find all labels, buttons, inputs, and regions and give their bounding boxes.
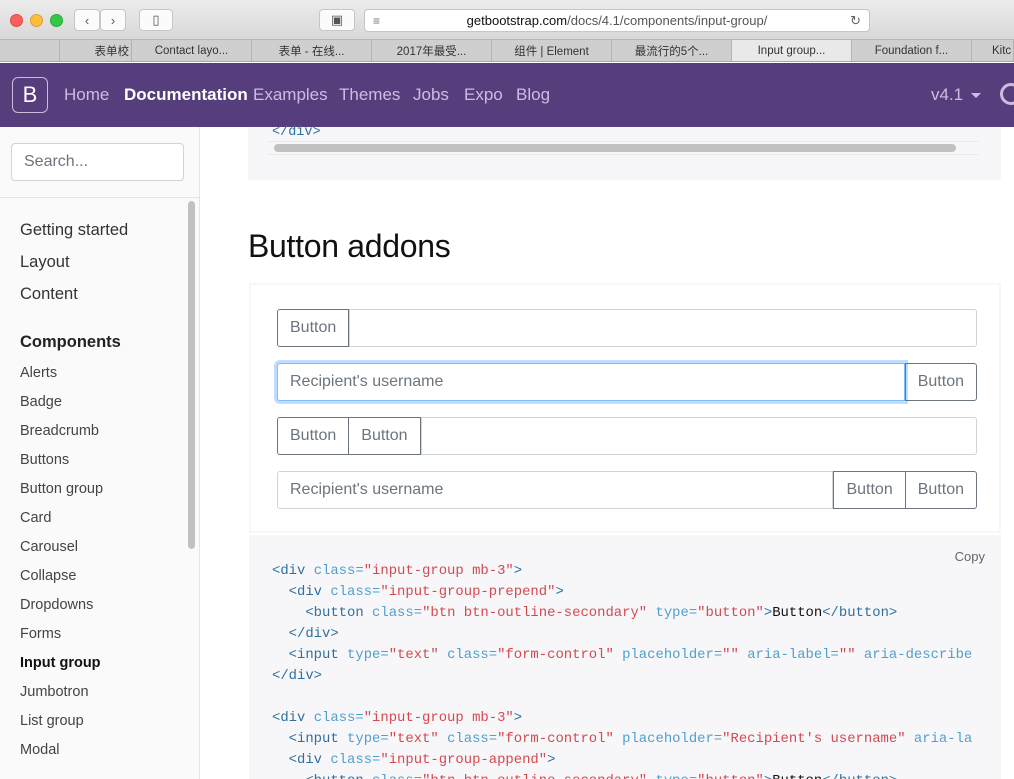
close-window-button[interactable] [10, 14, 23, 27]
sidebar-item-breadcrumb[interactable]: Breadcrumb [20, 423, 99, 439]
sidebar-item-forms[interactable]: Forms [20, 626, 61, 642]
tab-label: Kitc [992, 45, 1012, 57]
nav-documentation[interactable]: Documentation [124, 85, 248, 105]
input-group-append-two: Recipient's username Button Button [277, 471, 977, 509]
sidebar-item-alerts[interactable]: Alerts [20, 365, 57, 381]
sidebar-item-modal[interactable]: Modal [20, 742, 60, 758]
caret-down-icon [971, 93, 982, 99]
version-dropdown[interactable]: v4.1 [931, 85, 982, 105]
nav-themes[interactable]: Themes [339, 85, 400, 105]
tab-bar: 表单校 Contact layo... 表单 - 在线... 2017年最受..… [0, 40, 1014, 62]
tab-7-active[interactable]: Input group... [732, 40, 852, 61]
sidebar-item-button-group[interactable]: Button group [20, 481, 103, 497]
nav-examples[interactable]: Examples [253, 85, 328, 105]
section-layout[interactable]: Layout [20, 253, 70, 272]
browser-titlebar: ‹ › ▯ ▣ ≡ getbootstrap.com/docs/4.1/comp… [0, 0, 1014, 40]
tab-label: 表单校 [94, 46, 130, 58]
text-input[interactable] [420, 417, 977, 455]
sidebar-item-collapse[interactable]: Collapse [20, 568, 76, 584]
tab-4[interactable]: 2017年最受... [372, 40, 492, 61]
sidebar-divider [0, 197, 200, 198]
tab-2[interactable]: Contact layo... [132, 40, 252, 61]
sidebar-item-buttons[interactable]: Buttons [20, 452, 69, 468]
list-icon: ≡ [373, 14, 381, 28]
tab-label: Foundation f... [874, 45, 949, 57]
addon-button[interactable]: Button [904, 363, 977, 401]
input-group-prepend-one: Button [277, 309, 977, 347]
zoom-window-button[interactable] [50, 14, 63, 27]
sidebar-item-jumbotron[interactable]: Jumbotron [20, 684, 89, 700]
recipient-username-input[interactable]: Recipient's username [277, 471, 834, 509]
reload-icon[interactable]: ↻ [850, 13, 861, 29]
code-horizontal-scrollbar[interactable] [274, 144, 956, 152]
tab-8[interactable]: Foundation f... [852, 40, 972, 61]
nav-jobs[interactable]: Jobs [413, 85, 449, 105]
sidebar-item-badge[interactable]: Badge [20, 394, 62, 410]
minimize-window-button[interactable] [30, 14, 43, 27]
nav-home[interactable]: Home [64, 85, 109, 105]
addon-button[interactable]: Button [833, 471, 906, 509]
back-button[interactable]: ‹ [74, 9, 100, 31]
chevron-left-icon: ‹ [84, 12, 90, 28]
tab-3[interactable]: 表单 - 在线... [252, 40, 372, 61]
tab-9[interactable]: Kitc [972, 40, 1014, 61]
addon-button[interactable]: Button [277, 417, 350, 455]
bootstrap-logo[interactable]: B [12, 77, 48, 113]
tab-label: Contact layo... [154, 45, 229, 57]
sidebar-item-card[interactable]: Card [20, 510, 51, 526]
code-snippet: <div class="input-group mb-3"> <div clas… [272, 563, 973, 779]
forward-button[interactable]: › [100, 9, 126, 31]
text-input[interactable] [349, 309, 977, 347]
addon-button[interactable]: Button [349, 417, 421, 455]
version-label: v4.1 [931, 85, 964, 104]
github-icon[interactable] [1000, 83, 1014, 105]
section-getting-started[interactable]: Getting started [20, 221, 128, 240]
previous-code-block: </div> [248, 125, 1001, 180]
tab-label: Input group... [757, 45, 826, 57]
url-host: getbootstrap.com [466, 13, 568, 28]
tab-label: 表单 - 在线... [278, 46, 345, 58]
input-placeholder: Recipient's username [290, 481, 444, 498]
recipient-username-input[interactable]: Recipient's username [277, 363, 905, 401]
search-input[interactable]: Search... [11, 143, 184, 181]
search-placeholder: Search... [24, 153, 89, 170]
tab-blank[interactable] [0, 40, 60, 61]
sidebar-scrollbar[interactable] [188, 201, 195, 549]
sidebar-toggle-button[interactable]: ▯ [139, 9, 173, 31]
input-placeholder: Recipient's username [290, 373, 444, 390]
nav-expo[interactable]: Expo [464, 85, 503, 105]
code-block: Copy <div class="input-group mb-3"> <div… [249, 535, 1001, 779]
tab-label: 组件 | Element [514, 46, 589, 58]
input-group-prepend-two: Button Button [277, 417, 977, 455]
reader-icon: ▣ [330, 12, 344, 27]
sidebar-item-dropdowns[interactable]: Dropdowns [20, 597, 93, 613]
reader-mode-button[interactable]: ▣ [319, 9, 355, 31]
sidebar-item-carousel[interactable]: Carousel [20, 539, 78, 555]
addon-button[interactable]: Button [905, 471, 977, 509]
code-line: </div> [272, 125, 321, 140]
page-section-heading: Button addons [248, 228, 451, 264]
tab-5[interactable]: 组件 | Element [492, 40, 612, 61]
sidebar-icon: ▯ [152, 12, 160, 27]
addon-button[interactable]: Button [277, 309, 350, 347]
chevron-right-icon: › [110, 12, 116, 28]
tab-6[interactable]: 最流行的5个... [612, 40, 732, 61]
section-content[interactable]: Content [20, 285, 78, 304]
url-path: /docs/4.1/components/input-group/ [567, 13, 768, 28]
address-bar[interactable]: ≡ getbootstrap.com/docs/4.1/components/i… [364, 9, 870, 32]
section-components[interactable]: Components [20, 333, 121, 352]
docs-sidebar: Search... Getting started Layout Content… [0, 127, 200, 779]
sidebar-item-input-group[interactable]: Input group [20, 655, 101, 671]
example-box: Button Recipient's username Button Butto… [249, 283, 1001, 533]
nav-blog[interactable]: Blog [516, 85, 550, 105]
tab-1[interactable]: 表单校 [60, 40, 132, 61]
tab-label: 2017年最受... [396, 46, 467, 58]
tab-label: 最流行的5个... [634, 46, 709, 58]
site-navbar: B Home Documentation Examples Themes Job… [0, 63, 1014, 127]
input-group-append-one: Recipient's username Button [277, 363, 977, 401]
sidebar-item-list-group[interactable]: List group [20, 713, 84, 729]
